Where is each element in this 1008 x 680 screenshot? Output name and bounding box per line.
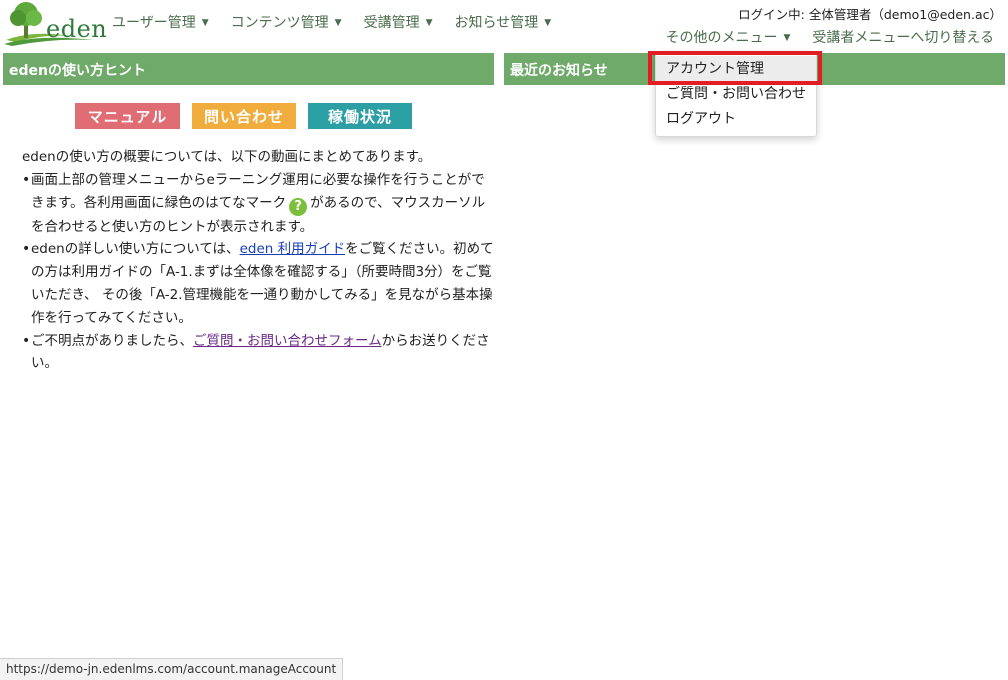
- browser-status-bar: https://demo-jn.edenlms.com/account.mana…: [0, 658, 344, 680]
- nav-label: その他のメニュー: [665, 30, 778, 46]
- manual-button[interactable]: マニュアル: [75, 103, 180, 129]
- hint-list: 画面上部の管理メニューからeラーニング運用に必要な操作を行うことができます。各利…: [22, 169, 497, 375]
- eden-logo[interactable]: eden: [2, 0, 107, 46]
- question-mark-icon: ?: [289, 197, 308, 216]
- eden-guide-link[interactable]: eden 利用ガイド: [240, 241, 346, 257]
- nav-user-management[interactable]: ユーザー管理 ▼: [112, 12, 209, 32]
- nav-label: コンテンツ管理: [230, 15, 329, 31]
- main-nav: ユーザー管理 ▼ コンテンツ管理 ▼ 受講管理 ▼ お知らせ管理 ▼: [112, 12, 573, 32]
- caret-down-icon: ▼: [544, 18, 552, 28]
- nav-right: その他のメニュー ▼ 受講者メニューへ切り替える: [643, 27, 994, 47]
- operation-status-button[interactable]: 稼働状況: [308, 103, 412, 129]
- list-item: 画面上部の管理メニューからeラーニング運用に必要な操作を行うことができます。各利…: [22, 169, 497, 239]
- hint-intro: edenの使い方の概要については、以下の動画にまとめてあります。: [22, 149, 432, 165]
- logo-text: eden: [46, 15, 108, 43]
- other-menu-dropdown: アカウント管理 ご質問・お問い合わせ ログアウト: [655, 51, 817, 137]
- nav-label: ユーザー管理: [112, 15, 196, 31]
- hint-text: edenの詳しい使い方については、: [31, 241, 240, 258]
- nav-label: お知らせ管理: [454, 15, 539, 31]
- menu-item-logout[interactable]: ログアウト: [656, 106, 816, 131]
- caret-down-icon: ▼: [783, 33, 791, 43]
- nav-other-menu[interactable]: その他のメニュー ▼: [665, 27, 790, 47]
- caret-down-icon: ▼: [425, 18, 433, 28]
- nav-content-management[interactable]: コンテンツ管理 ▼: [231, 12, 342, 32]
- hint-button-row: マニュアル 問い合わせ 稼働状況: [75, 103, 412, 129]
- nav-course-management[interactable]: 受講管理 ▼: [364, 12, 433, 32]
- caret-down-icon: ▼: [201, 18, 209, 28]
- menu-item-inquiry[interactable]: ご質問・お問い合わせ: [656, 81, 816, 106]
- login-info: ログイン中: 全体管理者（demo1@eden.ac）: [738, 7, 1002, 22]
- nav-notice-management[interactable]: お知らせ管理 ▼: [455, 12, 552, 32]
- list-item: ご不明点がありましたら、ご質問・お問い合わせフォームからお送りください。: [22, 330, 497, 376]
- nav-label: 受講管理: [363, 15, 420, 31]
- contact-button[interactable]: 問い合わせ: [192, 103, 296, 129]
- caret-down-icon: ▼: [334, 18, 342, 28]
- hint-panel-title: edenの使い方ヒント: [3, 53, 494, 85]
- hint-content: edenの使い方の概要については、以下の動画にまとめてあります。 画面上部の管理…: [22, 146, 497, 375]
- hint-text: ご不明点がありましたら、: [31, 332, 193, 349]
- inquiry-form-link[interactable]: ご質問・お問い合わせフォーム: [193, 333, 382, 349]
- menu-item-account-management[interactable]: アカウント管理: [656, 56, 816, 81]
- list-item: edenの詳しい使い方については、eden 利用ガイドをご覧ください。初めての方…: [22, 238, 497, 329]
- switch-to-learner-menu-link[interactable]: 受講者メニューへ切り替える: [812, 27, 994, 47]
